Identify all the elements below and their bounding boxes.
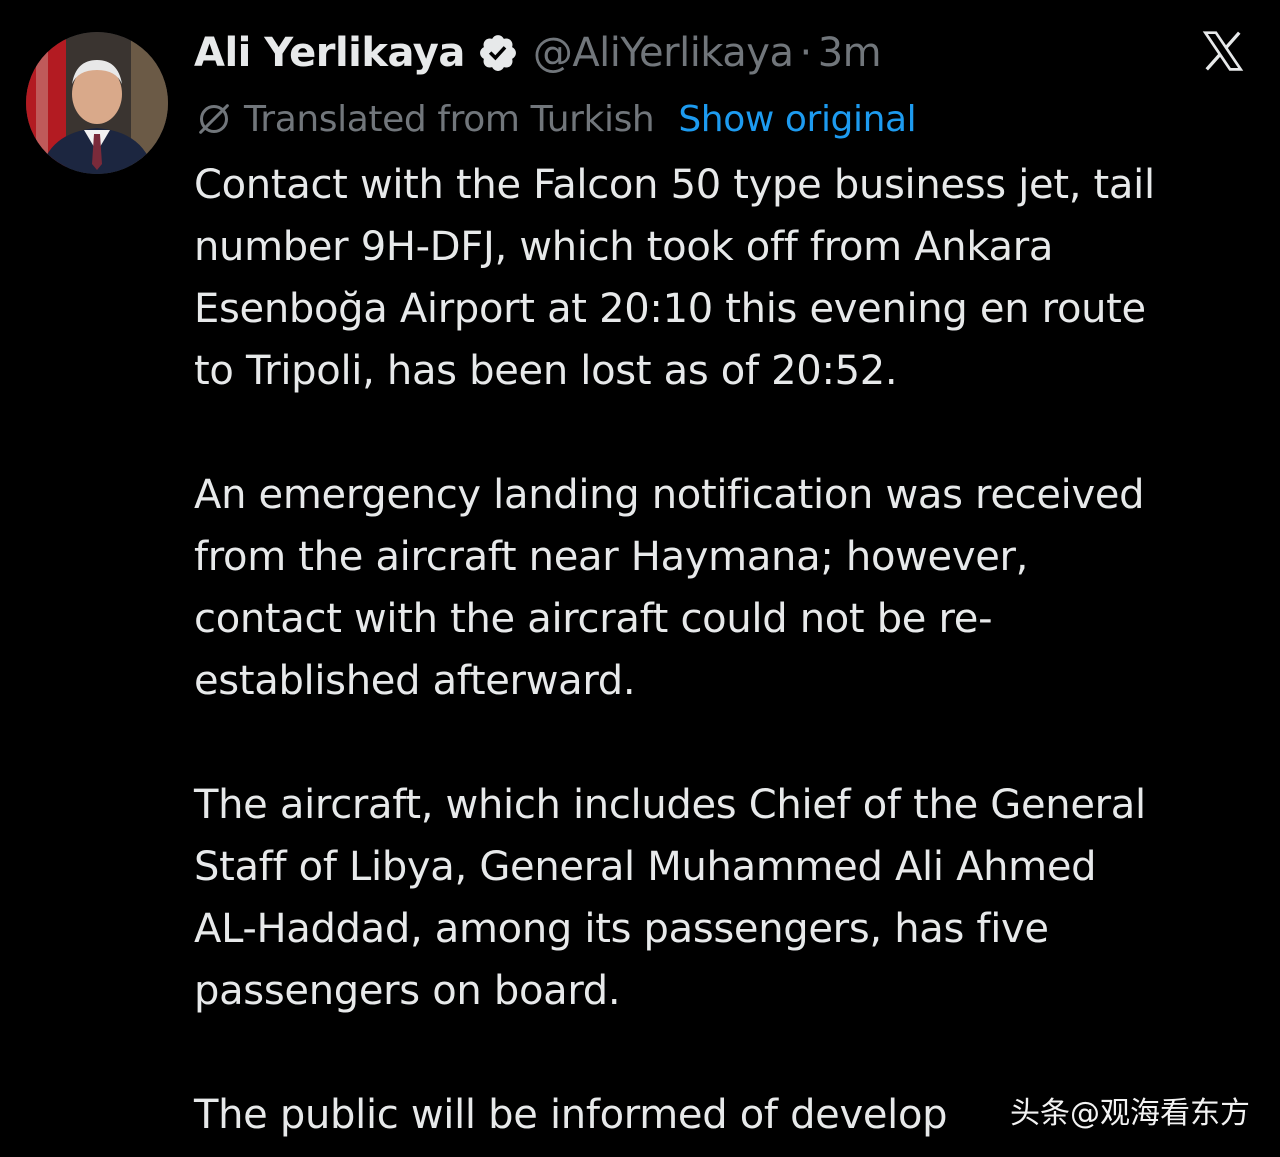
- tweet-text-line: Staff of Libya, General Muhammed Ali Ahm…: [194, 844, 1097, 890]
- tweet-text-line: passengers on board.: [194, 968, 621, 1014]
- author-handle[interactable]: @AliYerlikaya: [533, 30, 794, 76]
- tweet-text-line: number 9H-DFJ, which took off from Ankar…: [194, 224, 1054, 270]
- verified-badge-icon: [477, 32, 519, 74]
- avatar[interactable]: [26, 32, 168, 174]
- translation-notice: Translated from Turkish Show original: [194, 96, 917, 142]
- translated-label: Translated from Turkish: [244, 98, 655, 140]
- tweet: Ali Yerlikaya @AliYerlikaya · 3m Transla…: [0, 0, 1280, 1157]
- display-name[interactable]: Ali Yerlikaya: [194, 30, 465, 76]
- separator-dot: ·: [799, 30, 812, 76]
- tweet-text-line: An emergency landing notification was re…: [194, 472, 1145, 518]
- tweet-body: Contact with the Falcon 50 type business…: [194, 154, 1254, 1146]
- tweet-text-line: AL-Haddad, among its passengers, has fiv…: [194, 906, 1049, 952]
- tweet-text-line: to Tripoli, has been lost as of 20:52.: [194, 348, 898, 394]
- tweet-paragraph: The aircraft, which includes Chief of th…: [194, 774, 1254, 1022]
- tweet-header: Ali Yerlikaya @AliYerlikaya · 3m: [194, 22, 882, 84]
- tweet-text-line: Contact with the Falcon 50 type business…: [194, 162, 1155, 208]
- avatar-portrait-icon: [26, 32, 168, 174]
- tweet-text-line: The aircraft, which includes Chief of th…: [194, 782, 1146, 828]
- x-logo-icon[interactable]: [1198, 26, 1248, 76]
- timestamp[interactable]: 3m: [818, 30, 882, 76]
- translate-off-icon: [194, 99, 234, 139]
- tweet-text-line: established afterward.: [194, 658, 636, 704]
- tweet-paragraph: An emergency landing notification was re…: [194, 464, 1254, 712]
- tweet-text-line: Esenboğa Airport at 20:10 this evening e…: [194, 286, 1146, 332]
- tweet-paragraph: Contact with the Falcon 50 type business…: [194, 154, 1254, 402]
- show-original-link[interactable]: Show original: [678, 99, 916, 140]
- watermark: 头条@观海看东方: [1010, 1096, 1250, 1131]
- tweet-text-line: from the aircraft near Haymana; however,: [194, 534, 1029, 580]
- tweet-text-line: contact with the aircraft could not be r…: [194, 596, 993, 642]
